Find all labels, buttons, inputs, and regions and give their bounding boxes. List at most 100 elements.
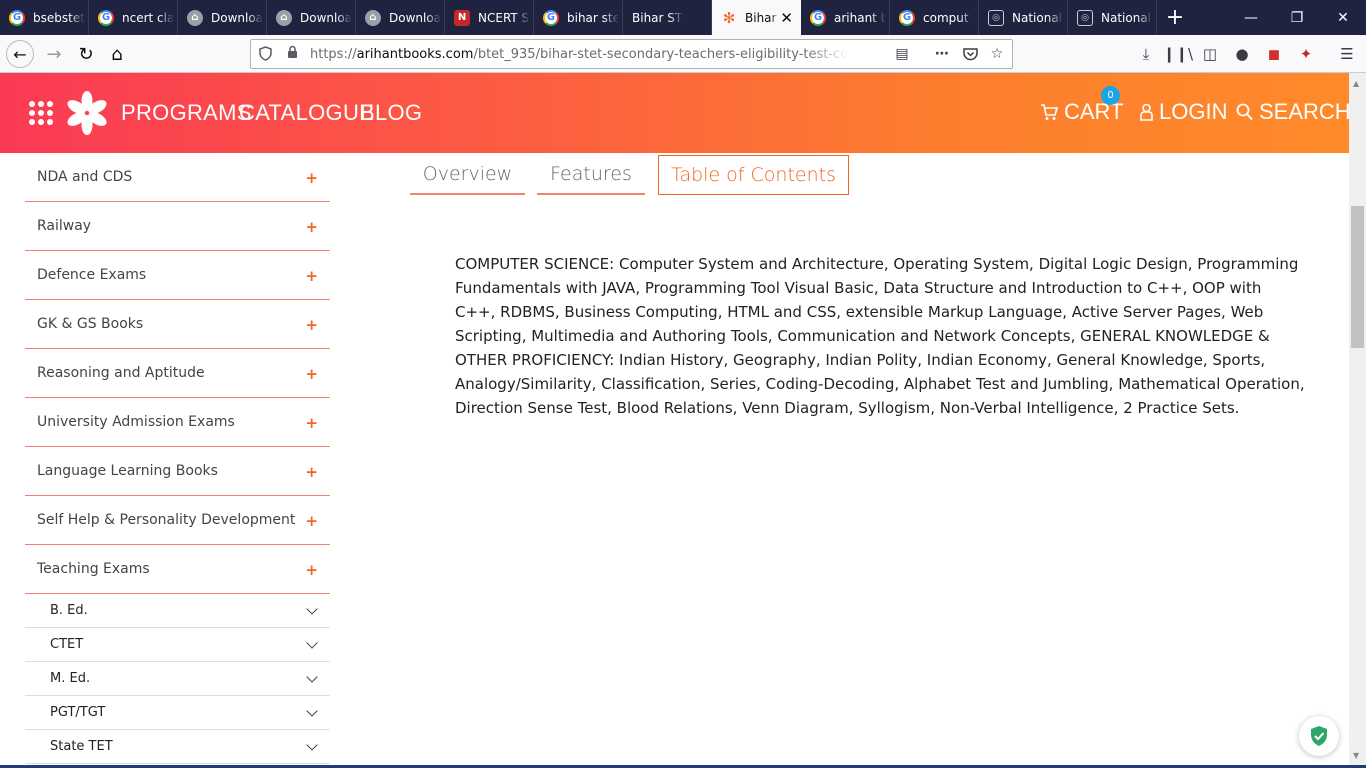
national-favicon-icon: ◎ — [988, 9, 1004, 26]
browser-tab[interactable]: ⌂ Downloa — [267, 0, 356, 35]
browser-tab[interactable]: ✻ Bihar ✕ — [712, 0, 801, 35]
library-icon[interactable]: ❙❙\ — [1163, 44, 1193, 64]
account-icon[interactable]: ● — [1231, 44, 1253, 64]
sidebar-toggle-icon[interactable]: ◫ — [1199, 44, 1221, 64]
chevron-down-icon[interactable] — [306, 739, 318, 751]
bookmark-star-icon[interactable]: ☆ — [986, 44, 1008, 64]
chevron-down-icon[interactable] — [306, 603, 318, 615]
expand-plus-icon[interactable]: + — [305, 561, 318, 579]
google-favicon-icon: G — [899, 9, 915, 26]
security-shield-button[interactable] — [1299, 716, 1339, 756]
extension-puzzle-icon[interactable]: ✦ — [1295, 44, 1317, 64]
expand-plus-icon[interactable]: + — [305, 365, 318, 383]
sidebar-item[interactable]: Reasoning and Aptitude + — [25, 349, 330, 398]
table-of-contents-text: COMPUTER SCIENCE: Computer System and Ar… — [455, 255, 1305, 417]
expand-plus-icon[interactable]: + — [305, 218, 318, 236]
page-actions-icon[interactable]: ⋯ — [931, 44, 953, 64]
download-favicon-icon: ⌂ — [365, 9, 381, 26]
close-tab-icon[interactable]: ✕ — [780, 9, 793, 27]
expand-plus-icon[interactable]: + — [305, 267, 318, 285]
sidebar-subitem[interactable]: M. Ed. — [25, 662, 330, 696]
cart-count-badge: 0 — [1101, 86, 1120, 105]
expand-plus-icon[interactable]: + — [305, 512, 318, 530]
search-icon — [1236, 103, 1253, 121]
tab-list: Gbsebstet Gncert cla ⌂ Downloa ⌂ Downloa ⌂ Down… — [0, 0, 1157, 35]
nav-catalogue[interactable]: CATALOGUE — [239, 100, 374, 126]
browser-tab-title: Downloa — [389, 10, 441, 25]
browser-tab-title: bihar ste — [567, 10, 619, 25]
forward-button[interactable]: → — [40, 40, 68, 68]
extension-red-icon[interactable]: ◼ — [1263, 44, 1285, 64]
scroll-down-arrow-icon[interactable]: ▼ — [1353, 751, 1359, 760]
sidebar-subitem[interactable]: PGT/TGT — [25, 696, 330, 730]
expand-plus-icon[interactable]: + — [305, 463, 318, 481]
nav-programs[interactable]: PROGRAMS — [121, 100, 252, 126]
google-favicon-icon: G — [9, 9, 25, 26]
tab-table-of-contents[interactable]: Table of Contents — [658, 155, 849, 195]
sidebar-item[interactable]: NDA and CDS + — [25, 153, 330, 202]
scroll-thumb[interactable] — [1351, 206, 1364, 348]
sidebar-item[interactable]: Language Learning Books + — [25, 447, 330, 496]
browser-tab[interactable]: ⌂ Downloa — [356, 0, 445, 35]
expand-plus-icon[interactable]: + — [305, 414, 318, 432]
sidebar-item[interactable]: Railway + — [25, 202, 330, 251]
sidebar-item[interactable]: Self Help & Personality Development + — [25, 496, 330, 545]
tab-features[interactable]: Features — [537, 155, 645, 195]
new-tab-button[interactable]: + — [1157, 0, 1193, 35]
sidebar-item[interactable]: Defence Exams + — [25, 251, 330, 300]
expand-plus-icon[interactable]: + — [305, 316, 318, 334]
expand-plus-icon[interactable]: + — [305, 169, 318, 187]
lock-icon[interactable] — [287, 45, 298, 63]
sidebar-subitem[interactable]: State TET — [25, 730, 330, 764]
chevron-down-icon[interactable] — [306, 705, 318, 717]
browser-tab[interactable]: N NCERT S — [445, 0, 534, 35]
search-link[interactable]: SEARCH — [1236, 99, 1351, 125]
browser-tab[interactable]: Garihant b — [801, 0, 890, 35]
browser-tab[interactable]: Gncert cla — [89, 0, 178, 35]
browser-tab[interactable]: Gcomput — [890, 0, 979, 35]
google-favicon-icon: G — [543, 9, 559, 26]
reader-view-icon[interactable]: ▤ — [891, 44, 913, 64]
sidebar-item[interactable]: GK & GS Books + — [25, 300, 330, 349]
download-favicon-icon: ⌂ — [276, 9, 292, 26]
sidebar-item[interactable]: Teaching Exams + — [25, 545, 330, 594]
national-favicon-icon: ◎ — [1077, 9, 1093, 26]
browser-tab-bar: Gbsebstet Gncert cla ⌂ Downloa ⌂ Downloa ⌂ Down… — [0, 0, 1366, 35]
sidebar-subitem-label: CTET — [50, 637, 84, 652]
scroll-up-arrow-icon[interactable]: ▲ — [1353, 79, 1359, 88]
sidebar-item-label: Defence Exams — [37, 267, 147, 283]
arihant-logo-icon[interactable] — [66, 91, 108, 135]
tracking-shield-icon[interactable] — [259, 46, 273, 62]
url-bar[interactable]: https://arihantbooks.com/btet_935/bihar-… — [250, 39, 1013, 69]
sidebar-subitem[interactable]: CTET — [25, 628, 330, 662]
sidebar-item[interactable]: University Admission Exams + — [25, 398, 330, 447]
browser-tab[interactable]: ◎ National — [979, 0, 1068, 35]
sidebar-item-label: Self Help & Personality Development — [37, 512, 296, 528]
chevron-down-icon[interactable] — [306, 637, 318, 649]
home-icon[interactable]: ⌂ — [103, 40, 131, 68]
downloads-icon[interactable]: ⤓ — [1135, 44, 1157, 64]
browser-tab[interactable]: Gbihar ste — [534, 0, 623, 35]
url-text[interactable]: https://arihantbooks.com/btet_935/bihar-… — [310, 47, 848, 62]
restore-button[interactable]: ❐ — [1274, 0, 1320, 35]
back-button[interactable]: ← — [6, 40, 34, 68]
sidebar-subitem[interactable]: B. Ed. — [25, 594, 330, 628]
reload-button[interactable]: ↻ — [72, 40, 100, 68]
browser-tab[interactable]: Gbsebstet — [0, 0, 89, 35]
chevron-down-icon[interactable] — [306, 671, 318, 683]
arihant-favicon-icon: ✻ — [722, 8, 736, 27]
close-window-button[interactable]: ✕ — [1320, 0, 1366, 35]
nav-blog[interactable]: BLOG — [360, 100, 422, 126]
google-favicon-icon: G — [810, 9, 826, 26]
pocket-icon[interactable] — [959, 44, 981, 64]
page-scrollbar[interactable]: ▲ ▼ — [1349, 73, 1366, 768]
login-link[interactable]: LOGIN — [1140, 99, 1227, 125]
tab-overview[interactable]: Overview — [410, 155, 525, 195]
apps-grid-icon[interactable] — [29, 101, 53, 125]
browser-tab[interactable]: ⌂ Downloa — [178, 0, 267, 35]
browser-tab-title: Downloa — [300, 10, 352, 25]
minimize-button[interactable]: — — [1228, 0, 1274, 35]
browser-tab[interactable]: Bihar STET Sy — [623, 0, 712, 35]
menu-hamburger-icon[interactable]: ☰ — [1336, 44, 1358, 64]
browser-tab[interactable]: ◎ National — [1068, 0, 1157, 35]
